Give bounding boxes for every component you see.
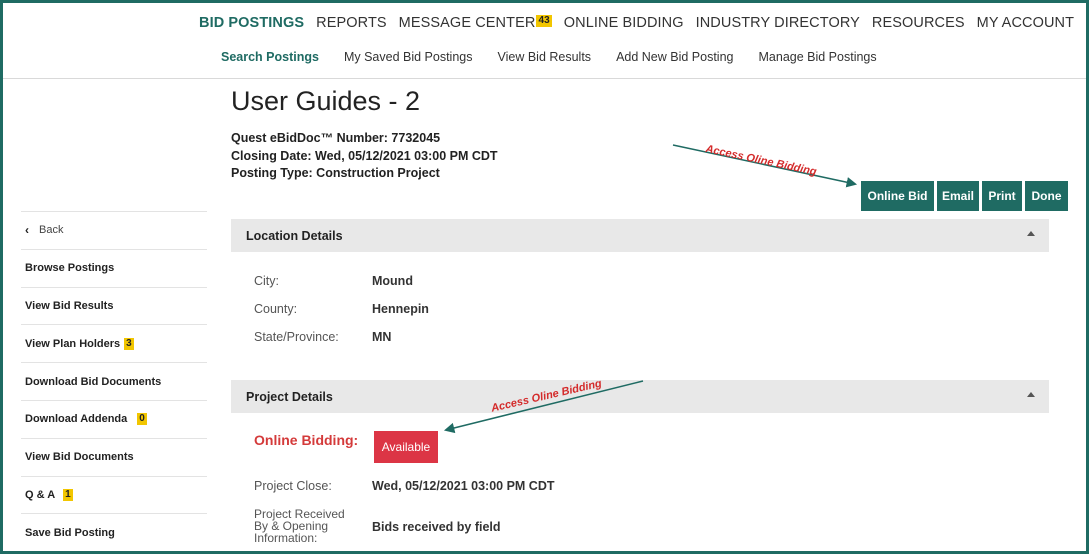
arrow-to-available [443, 380, 644, 434]
annotation-arrows [443, 144, 858, 434]
app-frame: BID POSTINGS REPORTS MESSAGE CENTER 43 ON… [0, 0, 1089, 554]
